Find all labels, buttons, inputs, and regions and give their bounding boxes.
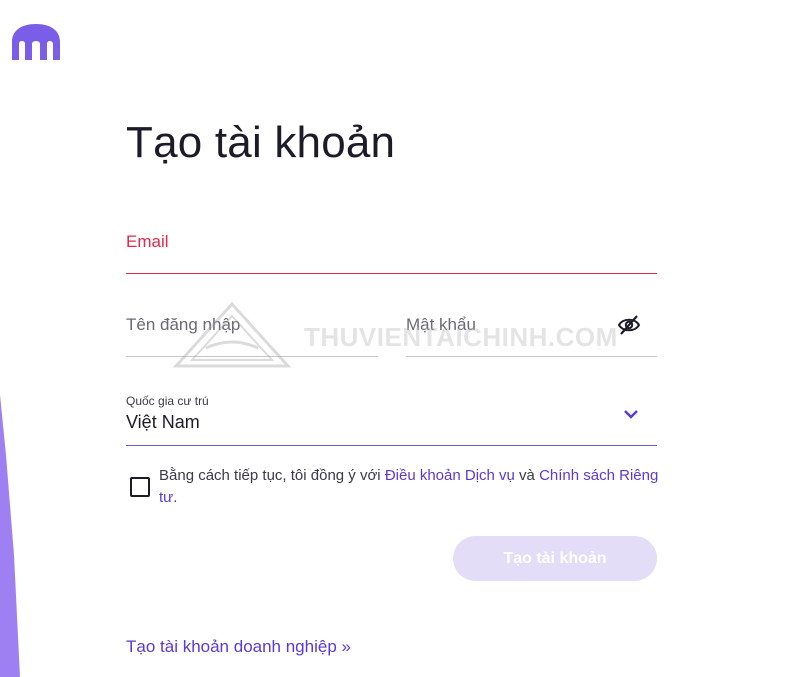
create-account-button[interactable]: Tạo tài khoản xyxy=(453,536,657,581)
password-placeholder: Mật khẩu xyxy=(406,315,476,334)
password-field[interactable]: Mật khẩu xyxy=(406,305,657,357)
kraken-logo-icon[interactable] xyxy=(10,22,62,62)
username-placeholder: Tên đăng nhập xyxy=(126,315,241,334)
email-label: Email xyxy=(126,232,169,251)
chevron-down-icon[interactable] xyxy=(623,408,639,420)
page-title: Tạo tài khoản xyxy=(126,118,396,167)
country-label: Quốc gia cư trú xyxy=(126,394,209,408)
consent-text: Bằng cách tiếp tục, tôi đồng ý với Điều … xyxy=(159,467,659,506)
business-account-link[interactable]: Tạo tài khoản doanh nghiệp » xyxy=(126,637,351,657)
email-underline xyxy=(126,273,657,274)
country-value: Việt Nam xyxy=(126,412,200,432)
left-accent-shape xyxy=(0,395,20,677)
country-select[interactable]: Quốc gia cư trú Việt Nam xyxy=(126,390,657,446)
terms-link[interactable]: Điều khoản Dịch vụ xyxy=(385,467,515,484)
password-underline xyxy=(406,356,657,357)
username-underline xyxy=(126,356,378,357)
consent-checkbox[interactable] xyxy=(130,477,150,497)
eye-slash-icon[interactable] xyxy=(617,314,641,336)
country-underline xyxy=(126,445,657,446)
email-field[interactable]: Email xyxy=(126,222,657,274)
username-field[interactable]: Tên đăng nhập xyxy=(126,305,378,357)
